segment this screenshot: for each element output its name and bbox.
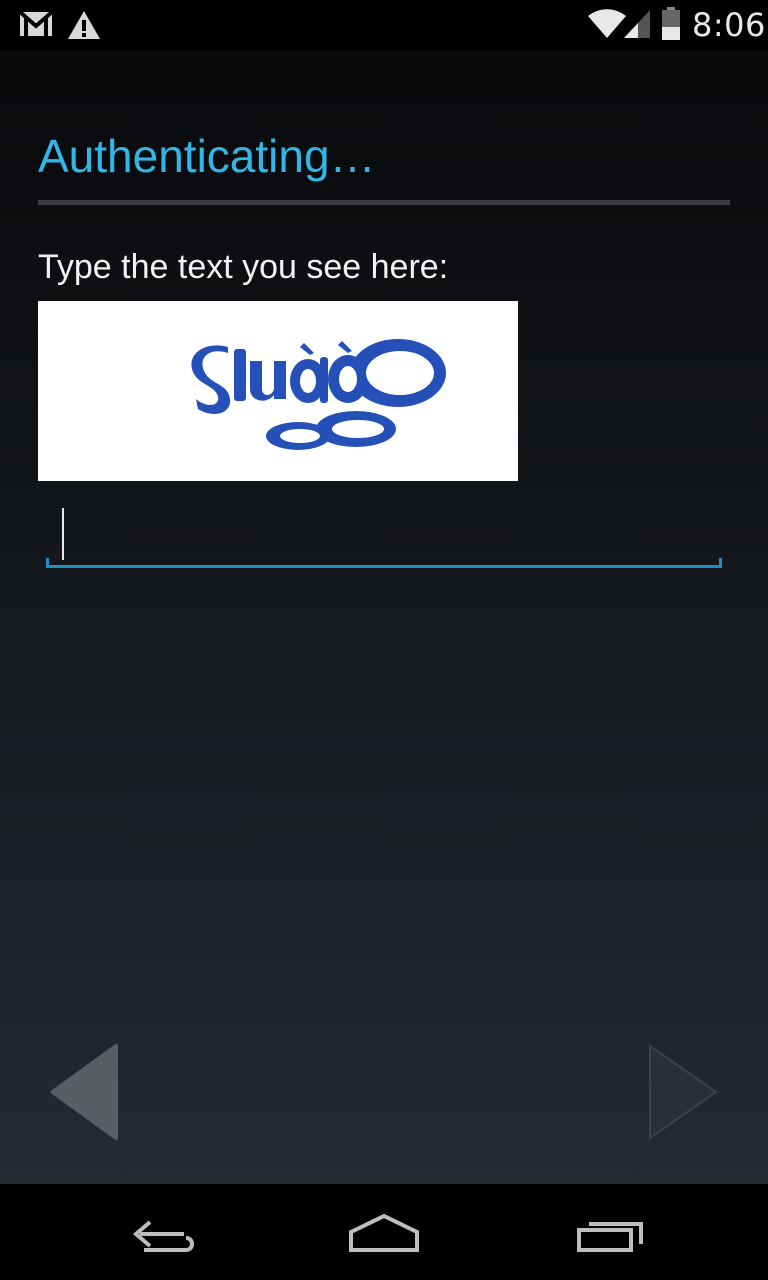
back-button[interactable] bbox=[114, 1204, 204, 1260]
input-underline bbox=[46, 565, 722, 568]
captcha-text-field[interactable] bbox=[46, 502, 722, 568]
status-clock: 8:06 bbox=[692, 6, 766, 44]
page-title: Authenticating… bbox=[38, 130, 376, 182]
text-cursor bbox=[62, 508, 64, 560]
recents-icon bbox=[577, 1222, 643, 1252]
title-divider bbox=[38, 200, 730, 205]
recents-button[interactable] bbox=[565, 1204, 655, 1260]
battery-icon bbox=[660, 7, 682, 41]
arrow-left-icon bbox=[50, 1043, 118, 1141]
status-bar: 8:06 bbox=[0, 0, 768, 50]
arrow-right-icon bbox=[649, 1044, 718, 1140]
back-icon bbox=[132, 1220, 195, 1252]
input-underline-right-tick bbox=[719, 558, 722, 568]
next-button[interactable] bbox=[644, 1042, 724, 1142]
main-content: Authenticating… Type the text you see he… bbox=[0, 50, 768, 1184]
warning-icon bbox=[66, 9, 102, 41]
previous-button[interactable] bbox=[46, 1042, 126, 1142]
system-navigation-bar bbox=[0, 1184, 768, 1280]
home-icon bbox=[349, 1213, 419, 1252]
captcha-prompt: Type the text you see here: bbox=[38, 248, 449, 286]
signal-icon bbox=[622, 8, 652, 40]
captcha-image bbox=[38, 301, 518, 481]
input-underline-left-tick bbox=[46, 558, 49, 568]
home-button[interactable] bbox=[339, 1204, 429, 1260]
gmail-icon bbox=[18, 10, 54, 38]
